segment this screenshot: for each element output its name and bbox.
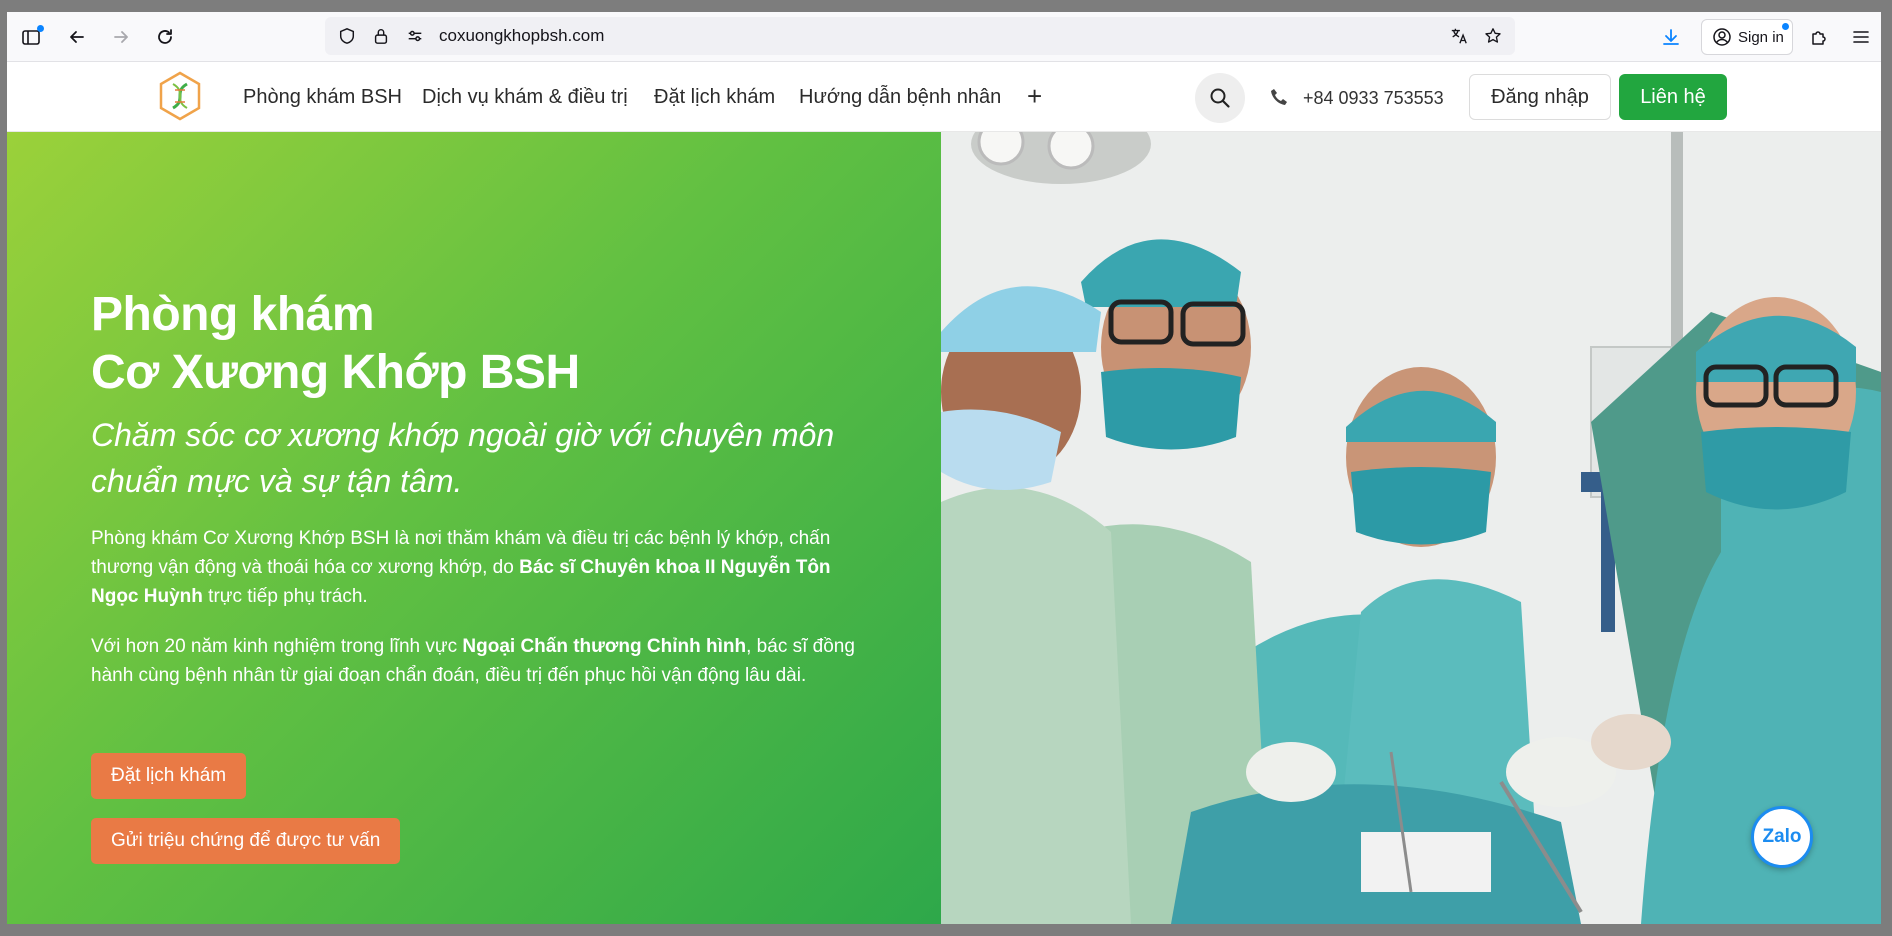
hero-paragraph-1: Phòng khám Cơ Xương Khớp BSH là nơi thăm… [91,524,861,611]
contact-button[interactable]: Liên hệ [1619,74,1727,120]
hero-text-panel: Phòng khám Cơ Xương Khớp BSH Chăm sóc cơ… [7,132,941,924]
signin-dot [1782,23,1789,30]
account-icon [1713,28,1731,46]
arrow-right-icon [114,31,128,43]
bookmark-star-icon[interactable] [1483,26,1503,46]
download-icon [1663,29,1679,45]
back-button[interactable] [63,23,91,51]
browser-toolbar: coxuongkhopbsh.com Sign in [7,12,1881,62]
lock-icon[interactable] [371,26,391,46]
site-navbar: Phòng khám BSH Dịch vụ khám & điều trị Đ… [7,62,1881,132]
arrow-left-icon [70,31,84,43]
nav-more-button[interactable]: + [1027,62,1042,132]
nav-item-services[interactable]: Dịch vụ khám & điều trị [422,62,628,132]
url-text[interactable]: coxuongkhopbsh.com [439,17,604,55]
nav-item-booking[interactable]: Đặt lịch khám [654,62,775,132]
hamburger-icon [1853,31,1869,43]
phone-number[interactable]: +84 0933 753553 [1303,62,1444,132]
nav-item-clinic[interactable]: Phòng khám BSH [243,62,402,132]
shield-icon[interactable] [337,26,357,46]
browser-window: coxuongkhopbsh.com Sign in Phòng khám BS… [7,12,1881,924]
search-button[interactable] [1195,73,1245,123]
translate-icon[interactable] [1449,26,1469,46]
hero-title: Phòng khám Cơ Xương Khớp BSH [91,286,851,402]
address-bar[interactable]: coxuongkhopbsh.com [325,17,1515,55]
sign-in-label: Sign in [1738,28,1784,46]
extensions-button[interactable] [1805,23,1833,51]
hero-photo-surgeons [941,132,1881,924]
p1-text-c: trực tiếp phụ trách. [202,586,368,607]
p2-text-a: Với hơn 20 năm kinh nghiệm trong lĩnh vự… [91,636,463,657]
puzzle-icon [1812,31,1826,45]
zalo-chat-button[interactable]: Zalo [1751,806,1813,868]
hero-subtitle: Chăm sóc cơ xương khớp ngoài giờ với chu… [91,417,835,499]
menu-button[interactable] [1847,23,1875,51]
hero-title-line1: Phòng khám [91,288,375,341]
p2-specialty: Ngoại Chấn thương Chỉnh hình [462,636,747,657]
reload-icon [158,29,172,44]
send-symptoms-button[interactable]: Gửi triệu chứng để được tư vấn [91,818,401,864]
forward-button[interactable] [107,23,135,51]
site-settings-icon[interactable] [405,26,425,46]
surgeons-photo-illustration [941,132,1881,924]
hero-section: Phòng khám Cơ Xương Khớp BSH Chăm sóc cơ… [7,132,1881,924]
zalo-label: Zalo [1762,826,1802,847]
sidebar-toggle-button[interactable] [17,23,45,51]
sign-in-button[interactable]: Sign in [1701,19,1793,55]
search-icon [1210,88,1230,108]
hero-paragraph-2: Với hơn 20 năm kinh nghiệm trong lĩnh vự… [91,632,861,690]
phone-icon [1271,89,1287,105]
clinic-logo[interactable] [157,70,203,122]
login-button[interactable]: Đăng nhập [1469,74,1611,120]
notification-dot [37,25,44,32]
hero-title-line2: Cơ Xương Khớp BSH [91,346,580,399]
nav-item-patient-guide[interactable]: Hướng dẫn bệnh nhân [799,62,1001,132]
reload-button[interactable] [151,23,179,51]
book-appointment-button[interactable]: Đặt lịch khám [91,753,247,799]
downloads-button[interactable] [1657,23,1685,51]
